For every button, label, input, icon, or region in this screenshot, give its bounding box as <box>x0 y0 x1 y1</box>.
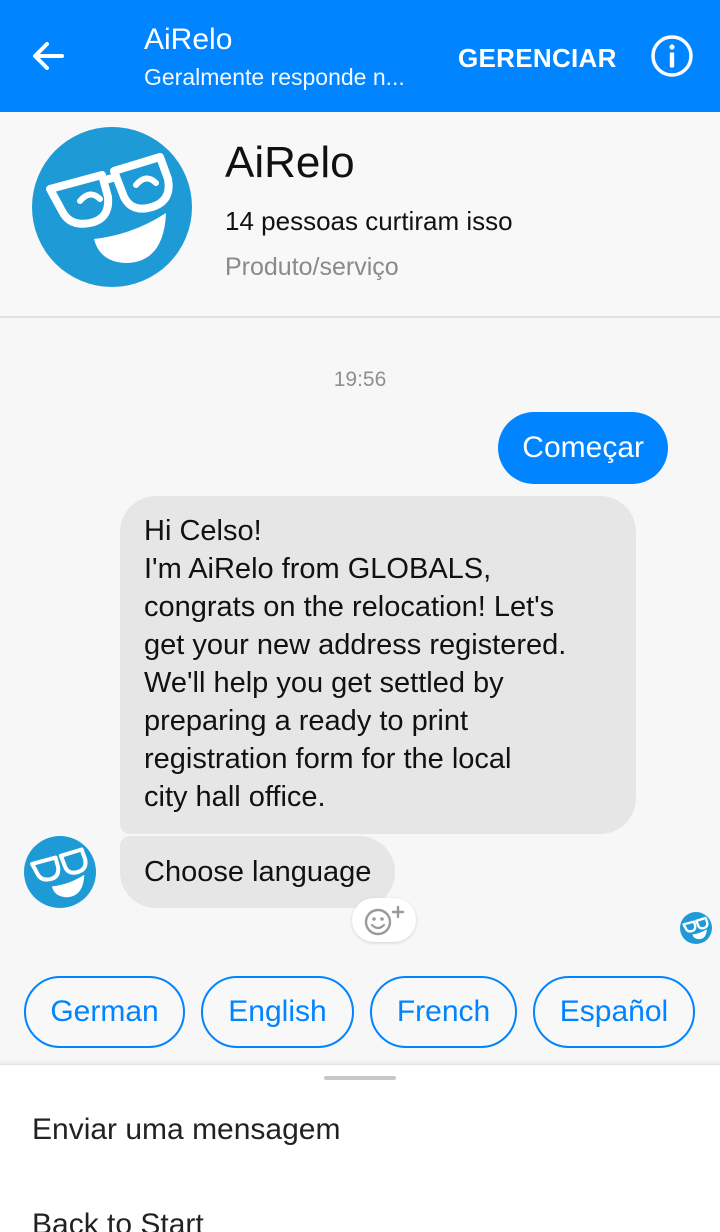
profile-category: Produto/serviço <box>225 253 399 281</box>
message-line: get your new address registered. <box>144 629 567 661</box>
incoming-message-choose-language[interactable]: Choose language <box>120 836 396 908</box>
chat-title[interactable]: AiRelo <box>144 22 232 58</box>
outgoing-message[interactable]: Começar <box>498 412 668 484</box>
message-line: congrats on the relocation! Let's <box>144 591 555 623</box>
menu-item-send-message[interactable]: Enviar uma mensagem <box>32 1110 340 1150</box>
message-line: registration form for the local <box>144 743 512 775</box>
chat-subtitle: Geralmente responde n... <box>144 64 405 90</box>
smiley-plus-icon <box>364 905 405 936</box>
profile-name: AiRelo <box>225 138 355 187</box>
seen-indicator-icon <box>680 912 712 944</box>
profile-likes: 14 pessoas curtiram isso <box>225 206 513 236</box>
quick-reply-espanol[interactable]: Español <box>533 976 695 1048</box>
incoming-message[interactable]: Hi Celso! I'm AiRelo from GLOBALS, congr… <box>120 496 636 834</box>
quick-reply-english[interactable]: English <box>201 976 354 1048</box>
add-reaction-button[interactable] <box>352 898 416 942</box>
glasses-smiley-avatar[interactable] <box>32 127 192 287</box>
message-line: preparing a ready to print <box>144 705 469 737</box>
message-line: I'm AiRelo from GLOBALS, <box>144 553 492 585</box>
info-button[interactable] <box>648 32 696 80</box>
messenger-chat-screen: AiRelo Geralmente responde n... GERENCIA… <box>0 0 720 1232</box>
app-bar: AiRelo Geralmente responde n... GERENCIA… <box>0 0 720 112</box>
sheet-drag-handle[interactable] <box>324 1076 396 1080</box>
message-timestamp: 19:56 <box>333 368 387 391</box>
bot-avatar-icon[interactable] <box>24 836 96 908</box>
back-button[interactable] <box>18 26 78 86</box>
arrow-left-icon <box>33 42 64 70</box>
persistent-menu-sheet: Enviar uma mensagem Back to Start <box>0 1064 720 1232</box>
message-line: We'll help you get settled by <box>144 667 504 699</box>
manage-button[interactable]: GERENCIAR <box>452 38 623 78</box>
quick-reply-german[interactable]: German <box>24 976 185 1048</box>
page-profile-card: AiRelo 14 pessoas curtiram isso Produto/… <box>0 112 720 318</box>
message-line: city hall office. <box>144 781 326 813</box>
menu-item-back-to-start[interactable]: Back to Start <box>32 1205 204 1232</box>
quick-reply-french[interactable]: French <box>370 976 517 1048</box>
info-icon <box>651 35 693 77</box>
message-line: Hi Celso! <box>144 515 262 547</box>
